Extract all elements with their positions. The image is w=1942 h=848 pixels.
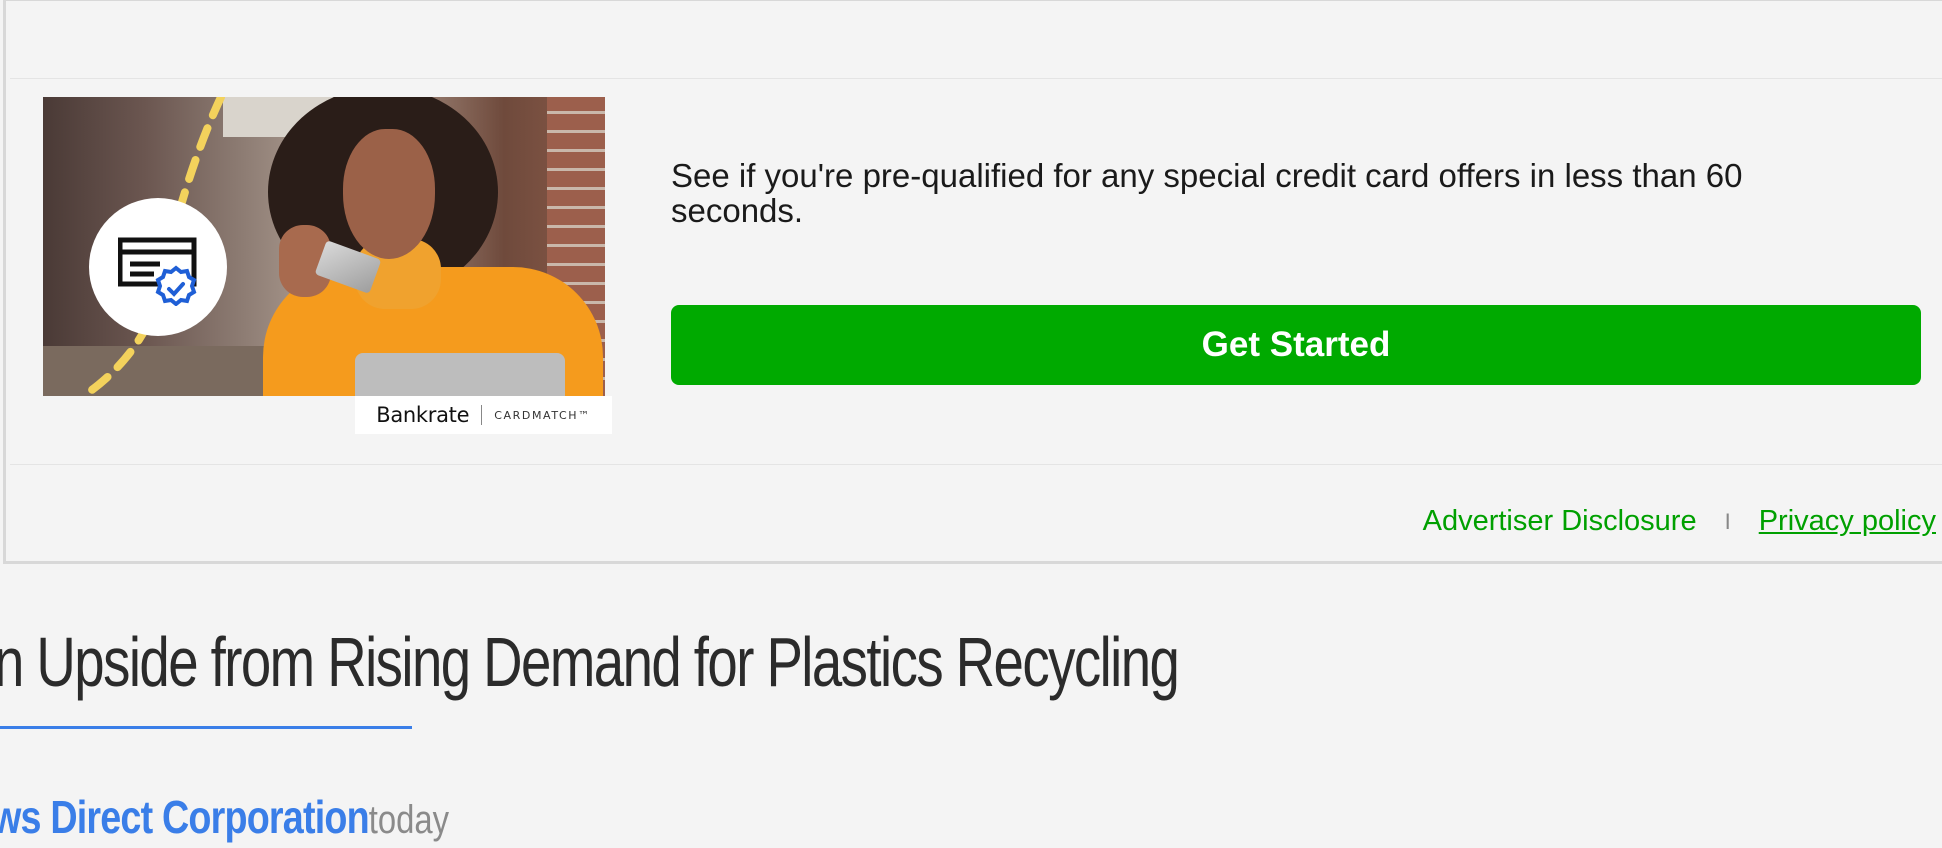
ad-divider-top: [10, 78, 1942, 79]
headline-accent-rule: [0, 726, 412, 729]
privacy-policy-link[interactable]: Privacy policy: [1759, 505, 1936, 538]
article-byline: ws Direct Corporationtoday: [0, 792, 449, 845]
link-separator: I: [1724, 508, 1731, 534]
cardmatch-logo-text: CARDMATCH™: [494, 408, 591, 422]
byline-timestamp: today: [368, 798, 450, 842]
ad-footer-links: Advertiser Disclosure I Privacy policy: [1423, 505, 1936, 538]
advertiser-disclosure-link[interactable]: Advertiser Disclosure: [1423, 505, 1697, 538]
ad-divider-bottom: [10, 464, 1942, 465]
ad-image[interactable]: [43, 97, 605, 396]
article-headline[interactable]: n Upside from Rising Demand for Plastics…: [0, 622, 1180, 702]
verified-card-icon: [89, 198, 227, 336]
ad-description: See if you're pre-qualified for any spec…: [671, 157, 1743, 229]
get-started-button[interactable]: Get Started: [671, 305, 1921, 385]
page: Bankrate CARDMATCH™ See if you're pre-qu…: [0, 0, 1942, 848]
bankrate-cardmatch-logo: Bankrate CARDMATCH™: [355, 396, 612, 434]
logo-separator: [481, 405, 483, 425]
bankrate-logo-text: Bankrate: [376, 403, 470, 427]
byline-author-link[interactable]: ws Direct Corporation: [0, 791, 370, 843]
